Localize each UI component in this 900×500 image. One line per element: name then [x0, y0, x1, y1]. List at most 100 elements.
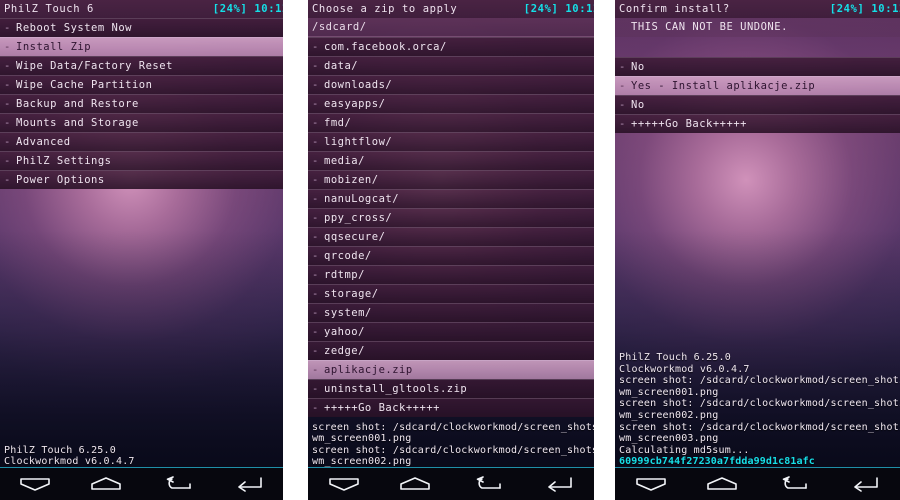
menu-icon[interactable]	[628, 473, 674, 495]
menu-item[interactable]: - Mounts and Storage	[0, 113, 283, 132]
enter-icon[interactable]	[225, 473, 271, 495]
panel-title: Confirm install?	[619, 3, 730, 15]
menu-item[interactable]: - data/	[308, 56, 594, 75]
notice-spacer	[615, 37, 900, 57]
bullet-dash-icon: -	[312, 250, 319, 262]
menu-item[interactable]: - downloads/	[308, 75, 594, 94]
menu-item[interactable]: - +++++Go Back+++++	[615, 114, 900, 133]
menu-item[interactable]: - lightflow/	[308, 132, 594, 151]
back-icon[interactable]	[154, 473, 200, 495]
battery-level: [24%]	[829, 3, 865, 15]
back-icon[interactable]	[770, 473, 816, 495]
menu-item-label: media/	[324, 155, 365, 167]
menu-item[interactable]: - rdtmp/	[308, 265, 594, 284]
bullet-dash-icon: -	[312, 402, 319, 414]
bullet-dash-icon: -	[312, 98, 319, 110]
menu-item[interactable]: - No	[615, 57, 900, 76]
menu-item-selected[interactable]: - aplikacje.zip	[308, 360, 594, 379]
menu-item[interactable]: - storage/	[308, 284, 594, 303]
screenshot-stage: PhilZ Touch 6[24%]10:12-Reboot System No…	[0, 0, 900, 500]
menu-item[interactable]: - com.facebook.orca/	[308, 37, 594, 56]
menu-item[interactable]: - Power Options	[0, 170, 283, 189]
menu-item[interactable]: - uninstall_gltools.zip	[308, 379, 594, 398]
menu-item-label: Reboot System Now	[16, 22, 132, 34]
menu-item-label: uninstall_gltools.zip	[324, 383, 468, 395]
clock: 10:12	[871, 3, 900, 15]
menu-icon[interactable]	[321, 473, 367, 495]
log-line: screen shot: /sdcard/clockworkmod/screen…	[312, 444, 594, 456]
home-icon[interactable]	[699, 473, 745, 495]
bullet-dash-icon: -	[312, 174, 319, 186]
panel-title-bar: PhilZ Touch 6 [24%] 10:12	[0, 0, 283, 18]
enter-icon[interactable]	[535, 473, 581, 495]
back-icon[interactable]	[464, 473, 510, 495]
menu-item[interactable]: - qrcode/	[308, 246, 594, 265]
panel-choose-zip: Choose a zip to apply[24%]10:12/sdcard/-…	[308, 0, 594, 500]
menu-item[interactable]: - easyapps/	[308, 94, 594, 113]
menu-item[interactable]: - Wipe Cache Partition	[0, 75, 283, 94]
menu-item-label: system/	[324, 307, 372, 319]
menu-item[interactable]: - +++++Go Back+++++	[308, 398, 594, 417]
bullet-dash-icon: -	[312, 136, 319, 148]
bullet-dash-icon: -	[4, 22, 11, 34]
menu-item-label: Wipe Cache Partition	[16, 79, 153, 91]
panel-title: PhilZ Touch 6	[4, 3, 94, 15]
menu-item[interactable]: - yahoo/	[308, 322, 594, 341]
menu-item-label: lightflow/	[324, 136, 393, 148]
current-path: /sdcard/	[308, 18, 594, 37]
bullet-dash-icon: -	[312, 117, 319, 129]
bullet-dash-icon: -	[4, 98, 11, 110]
home-icon[interactable]	[83, 473, 129, 495]
menu-item[interactable]: - Advanced	[0, 132, 283, 151]
menu-item-label: Backup and Restore	[16, 98, 139, 110]
menu-item[interactable]: - No	[615, 95, 900, 114]
menu-list: PhilZ Touch 6[24%]10:12-Reboot System No…	[0, 0, 283, 189]
menu-item[interactable]: - qqsecure/	[308, 227, 594, 246]
panel-title: Choose a zip to apply	[312, 3, 458, 15]
menu-item-label: zedge/	[324, 345, 365, 357]
bullet-dash-icon: -	[312, 41, 319, 53]
menu-list: Confirm install? [24%] 10:12 THIS CAN NOT B…	[615, 0, 900, 133]
enter-icon[interactable]	[841, 473, 887, 495]
menu-item[interactable]: - Reboot System Now	[0, 18, 283, 37]
menu-item[interactable]: - PhilZ Settings	[0, 151, 283, 170]
log-line: wm_screen002.png	[619, 410, 719, 422]
bullet-dash-icon: -	[4, 117, 11, 129]
bullet-dash-icon: -	[312, 288, 319, 300]
menu-item-label: Install Zip	[16, 41, 92, 53]
android-navigation-bar	[615, 467, 900, 500]
home-icon[interactable]	[392, 473, 438, 495]
menu-item-label: +++++Go Back+++++	[631, 118, 747, 130]
menu-item-label: Wipe Data/Factory Reset	[16, 60, 173, 72]
menu-item-label: nanuLogcat/	[324, 193, 400, 205]
bullet-dash-icon: -	[312, 326, 319, 338]
menu-item-label: qrcode/	[324, 250, 372, 262]
menu-item[interactable]: - ppy_cross/	[308, 208, 594, 227]
menu-item[interactable]: - Wipe Data/Factory Reset	[0, 56, 283, 75]
log-line: wm_screen001.png	[619, 386, 719, 398]
menu-icon[interactable]	[12, 473, 58, 495]
menu-item[interactable]: - media/	[308, 151, 594, 170]
android-navigation-bar	[308, 467, 594, 500]
menu-item[interactable]: - system/	[308, 303, 594, 322]
menu-item-label: fmd/	[324, 117, 352, 129]
menu-item-label: downloads/	[324, 79, 393, 91]
log-line: PhilZ Touch 6.25.0	[619, 352, 731, 364]
status-indicators: [24%] 10:12	[524, 0, 594, 18]
menu-item[interactable]: - zedge/	[308, 341, 594, 360]
bullet-dash-icon: -	[619, 80, 626, 92]
menu-item-label: yahoo/	[324, 326, 365, 338]
menu-item[interactable]: - Backup and Restore	[0, 94, 283, 113]
menu-item[interactable]: - fmd/	[308, 113, 594, 132]
menu-item-label: rdtmp/	[324, 269, 365, 281]
menu-item[interactable]: - nanuLogcat/	[308, 189, 594, 208]
bullet-dash-icon: -	[312, 212, 319, 224]
bullet-dash-icon: -	[619, 118, 626, 130]
menu-list: Choose a zip to apply[24%]10:12/sdcard/-…	[308, 0, 594, 417]
menu-item-label: PhilZ Settings	[16, 155, 112, 167]
menu-item-selected[interactable]: - Install Zip	[0, 37, 283, 56]
menu-item[interactable]: - mobizen/	[308, 170, 594, 189]
bullet-dash-icon: -	[312, 383, 319, 395]
bullet-dash-icon: -	[619, 99, 626, 111]
menu-item-selected[interactable]: - Yes - Install aplikacje.zip	[615, 76, 900, 95]
